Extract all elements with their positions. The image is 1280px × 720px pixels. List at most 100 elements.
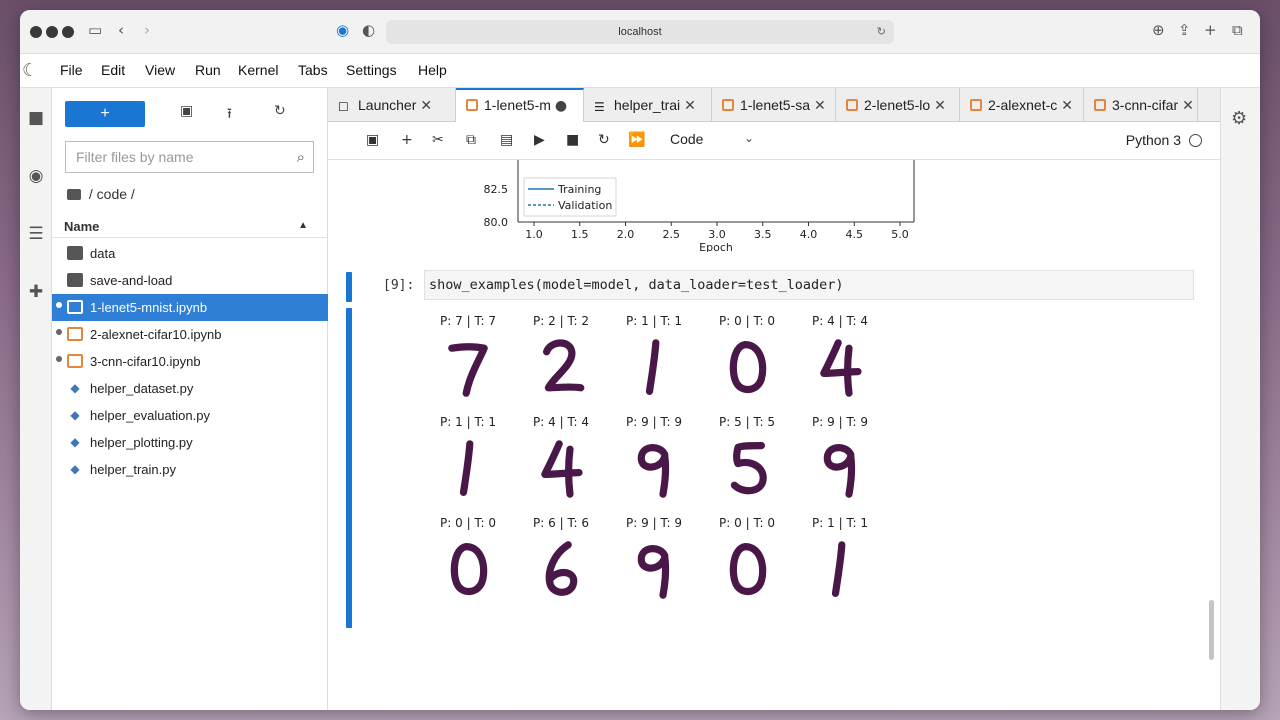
paste-icon[interactable]: ▤ [500,132,513,148]
menu-run[interactable]: Run [195,62,221,78]
tab-overview-icon[interactable]: ⧉ [1232,21,1243,39]
file-item[interactable]: save-and-load [52,267,328,294]
restart-icon[interactable]: ↻ [598,132,610,148]
file-item[interactable]: data [52,240,328,267]
close-tab-icon[interactable]: ✕ [684,89,696,122]
minimize-window-button[interactable] [46,26,58,38]
sort-ascending-icon[interactable]: ▲ [298,220,308,231]
forward-icon[interactable]: › [144,21,150,39]
zoom-window-button[interactable] [62,26,74,38]
tab-1-lenet5-m[interactable]: 1-lenet5-m ● [456,88,584,122]
legend-training-label: Training [557,183,601,196]
x-tick-label: 1.0 [525,228,543,241]
refresh-icon[interactable]: ↻ [274,103,286,119]
upload-icon[interactable]: ⭱ [227,103,232,127]
menu-help[interactable]: Help [418,62,447,78]
example-image-cell: P: 0 | T: 0 [707,312,787,412]
close-window-button[interactable] [30,26,42,38]
back-icon[interactable]: ‹ [118,21,124,39]
share-icon[interactable]: ⇪ [1178,21,1191,39]
reload-icon[interactable]: ↻ [877,20,886,44]
prediction-label: P: 0 | T: 0 [719,314,775,328]
close-tab-icon[interactable]: ✕ [934,89,946,122]
example-image-cell: P: 0 | T: 0 [428,514,508,614]
unsaved-changes-icon[interactable]: ● [555,91,567,121]
kernel-status[interactable]: Python 3 [1126,132,1202,148]
prediction-label: P: 0 | T: 0 [719,516,775,530]
new-tab-icon[interactable]: + [1204,21,1217,39]
shield-icon[interactable]: ◐ [362,21,375,39]
file-item[interactable]: ◆ helper_evaluation.py [52,402,328,429]
menu-tabs[interactable]: Tabs [298,62,328,78]
x-tick-label: 3.0 [708,228,726,241]
filter-files-input[interactable]: Filter files by name ⌕ [65,141,314,173]
digit-stroke [820,339,862,397]
handwritten-digit-image [823,444,856,498]
close-tab-icon[interactable]: ✕ [1061,89,1073,122]
main-area: ☐ Launcher ✕ 1-lenet5-m ● ☰ helper_trai ✕ 1-lene… [328,88,1220,710]
notebook-panel[interactable]: Training Validation 82.5 80.0 1.0 1.5 2.0 2… [328,160,1220,710]
folder-icon[interactable]: ■ [24,108,48,132]
tab-2-lenet5-lo[interactable]: 2-lenet5-lo ✕ [836,88,960,122]
handwritten-digit-image [730,442,767,495]
notebook-icon [67,354,83,368]
running-kernels-icon[interactable]: ◉ [24,166,48,190]
file-item[interactable]: ◆ helper_plotting.py [52,429,328,456]
handwritten-digit-image [637,444,670,498]
menu-view[interactable]: View [145,62,175,78]
x-tick-label: 3.5 [754,228,772,241]
menu-file[interactable]: File [60,62,83,78]
stop-icon[interactable]: ■ [566,132,579,148]
file-item[interactable]: 2-alexnet-cifar10.ipynb [52,321,328,348]
close-tab-icon[interactable]: ✕ [420,89,432,122]
property-inspector-icon[interactable]: ⚙ [1231,108,1247,129]
copy-icon[interactable]: ⧉ [466,132,476,148]
cell-output-collapser[interactable] [346,308,352,628]
breadcrumb-path[interactable]: / code / [89,186,135,202]
file-item[interactable]: ◆ helper_train.py [52,456,328,483]
cell-type-select[interactable]: Code [670,131,703,147]
save-icon[interactable]: ▣ [366,132,379,148]
breadcrumb[interactable]: / code / [67,186,135,202]
file-name: save-and-load [90,273,173,288]
notebook-scrollbar[interactable] [1209,600,1214,660]
cut-icon[interactable]: ✂ [432,132,444,148]
tab-1-lenet5-sa[interactable]: 1-lenet5-sa ✕ [712,88,836,122]
file-item[interactable]: 3-cnn-cifar10.ipynb [52,348,328,375]
handwritten-digit-image [459,440,474,496]
tab-3-cnn-cifar[interactable]: 3-cnn-cifar ✕ [1084,88,1198,122]
right-sidebar-tabs: ⚙ [1220,88,1260,710]
new-launcher-button[interactable]: + [65,101,145,127]
prediction-label: P: 4 | T: 4 [533,415,589,429]
sidebar-toggle-icon[interactable]: ▭ [88,21,102,39]
insert-cell-icon[interactable]: + [401,132,413,148]
prediction-label: P: 1 | T: 1 [440,415,496,429]
new-folder-icon[interactable]: ▣ [180,103,193,119]
restart-run-all-icon[interactable]: ⏩ [628,132,645,148]
extension-manager-icon[interactable]: ✚ [24,282,48,306]
code-cell-input[interactable]: show_examples(model=model, data_loader=t… [424,270,1194,300]
notebook-icon [67,300,83,314]
handwritten-digit-image [820,339,862,397]
menu-settings[interactable]: Settings [346,62,397,78]
tab-2-alexnet-c[interactable]: 2-alexnet-c ✕ [960,88,1084,122]
chevron-down-icon[interactable]: ⌄ [744,131,754,145]
close-tab-icon[interactable]: ✕ [1182,89,1194,122]
file-list-header[interactable]: Name ▲ [52,214,328,238]
table-of-contents-icon[interactable]: ☰ [24,224,48,248]
name-column-header[interactable]: Name [64,219,99,234]
text-file-icon: ☰ [594,100,605,114]
close-tab-icon[interactable]: ✕ [814,89,826,122]
run-icon[interactable]: ▶ [534,132,545,148]
download-icon[interactable]: ⊕ [1152,21,1165,39]
file-item[interactable]: 1-lenet5-mnist.ipynb [52,294,328,321]
address-bar[interactable]: localhost ↻ [386,20,894,44]
menu-edit[interactable]: Edit [101,62,125,78]
tab-helper-trai[interactable]: ☰ helper_trai ✕ [584,88,712,122]
file-item[interactable]: ◆ helper_dataset.py [52,375,328,402]
tab-launcher[interactable]: ☐ Launcher ✕ [328,88,456,122]
file-name: helper_train.py [90,462,176,477]
extension-icon[interactable]: ◉ [336,21,349,39]
menu-kernel[interactable]: Kernel [238,62,278,78]
cell-input-collapser[interactable] [346,272,352,302]
